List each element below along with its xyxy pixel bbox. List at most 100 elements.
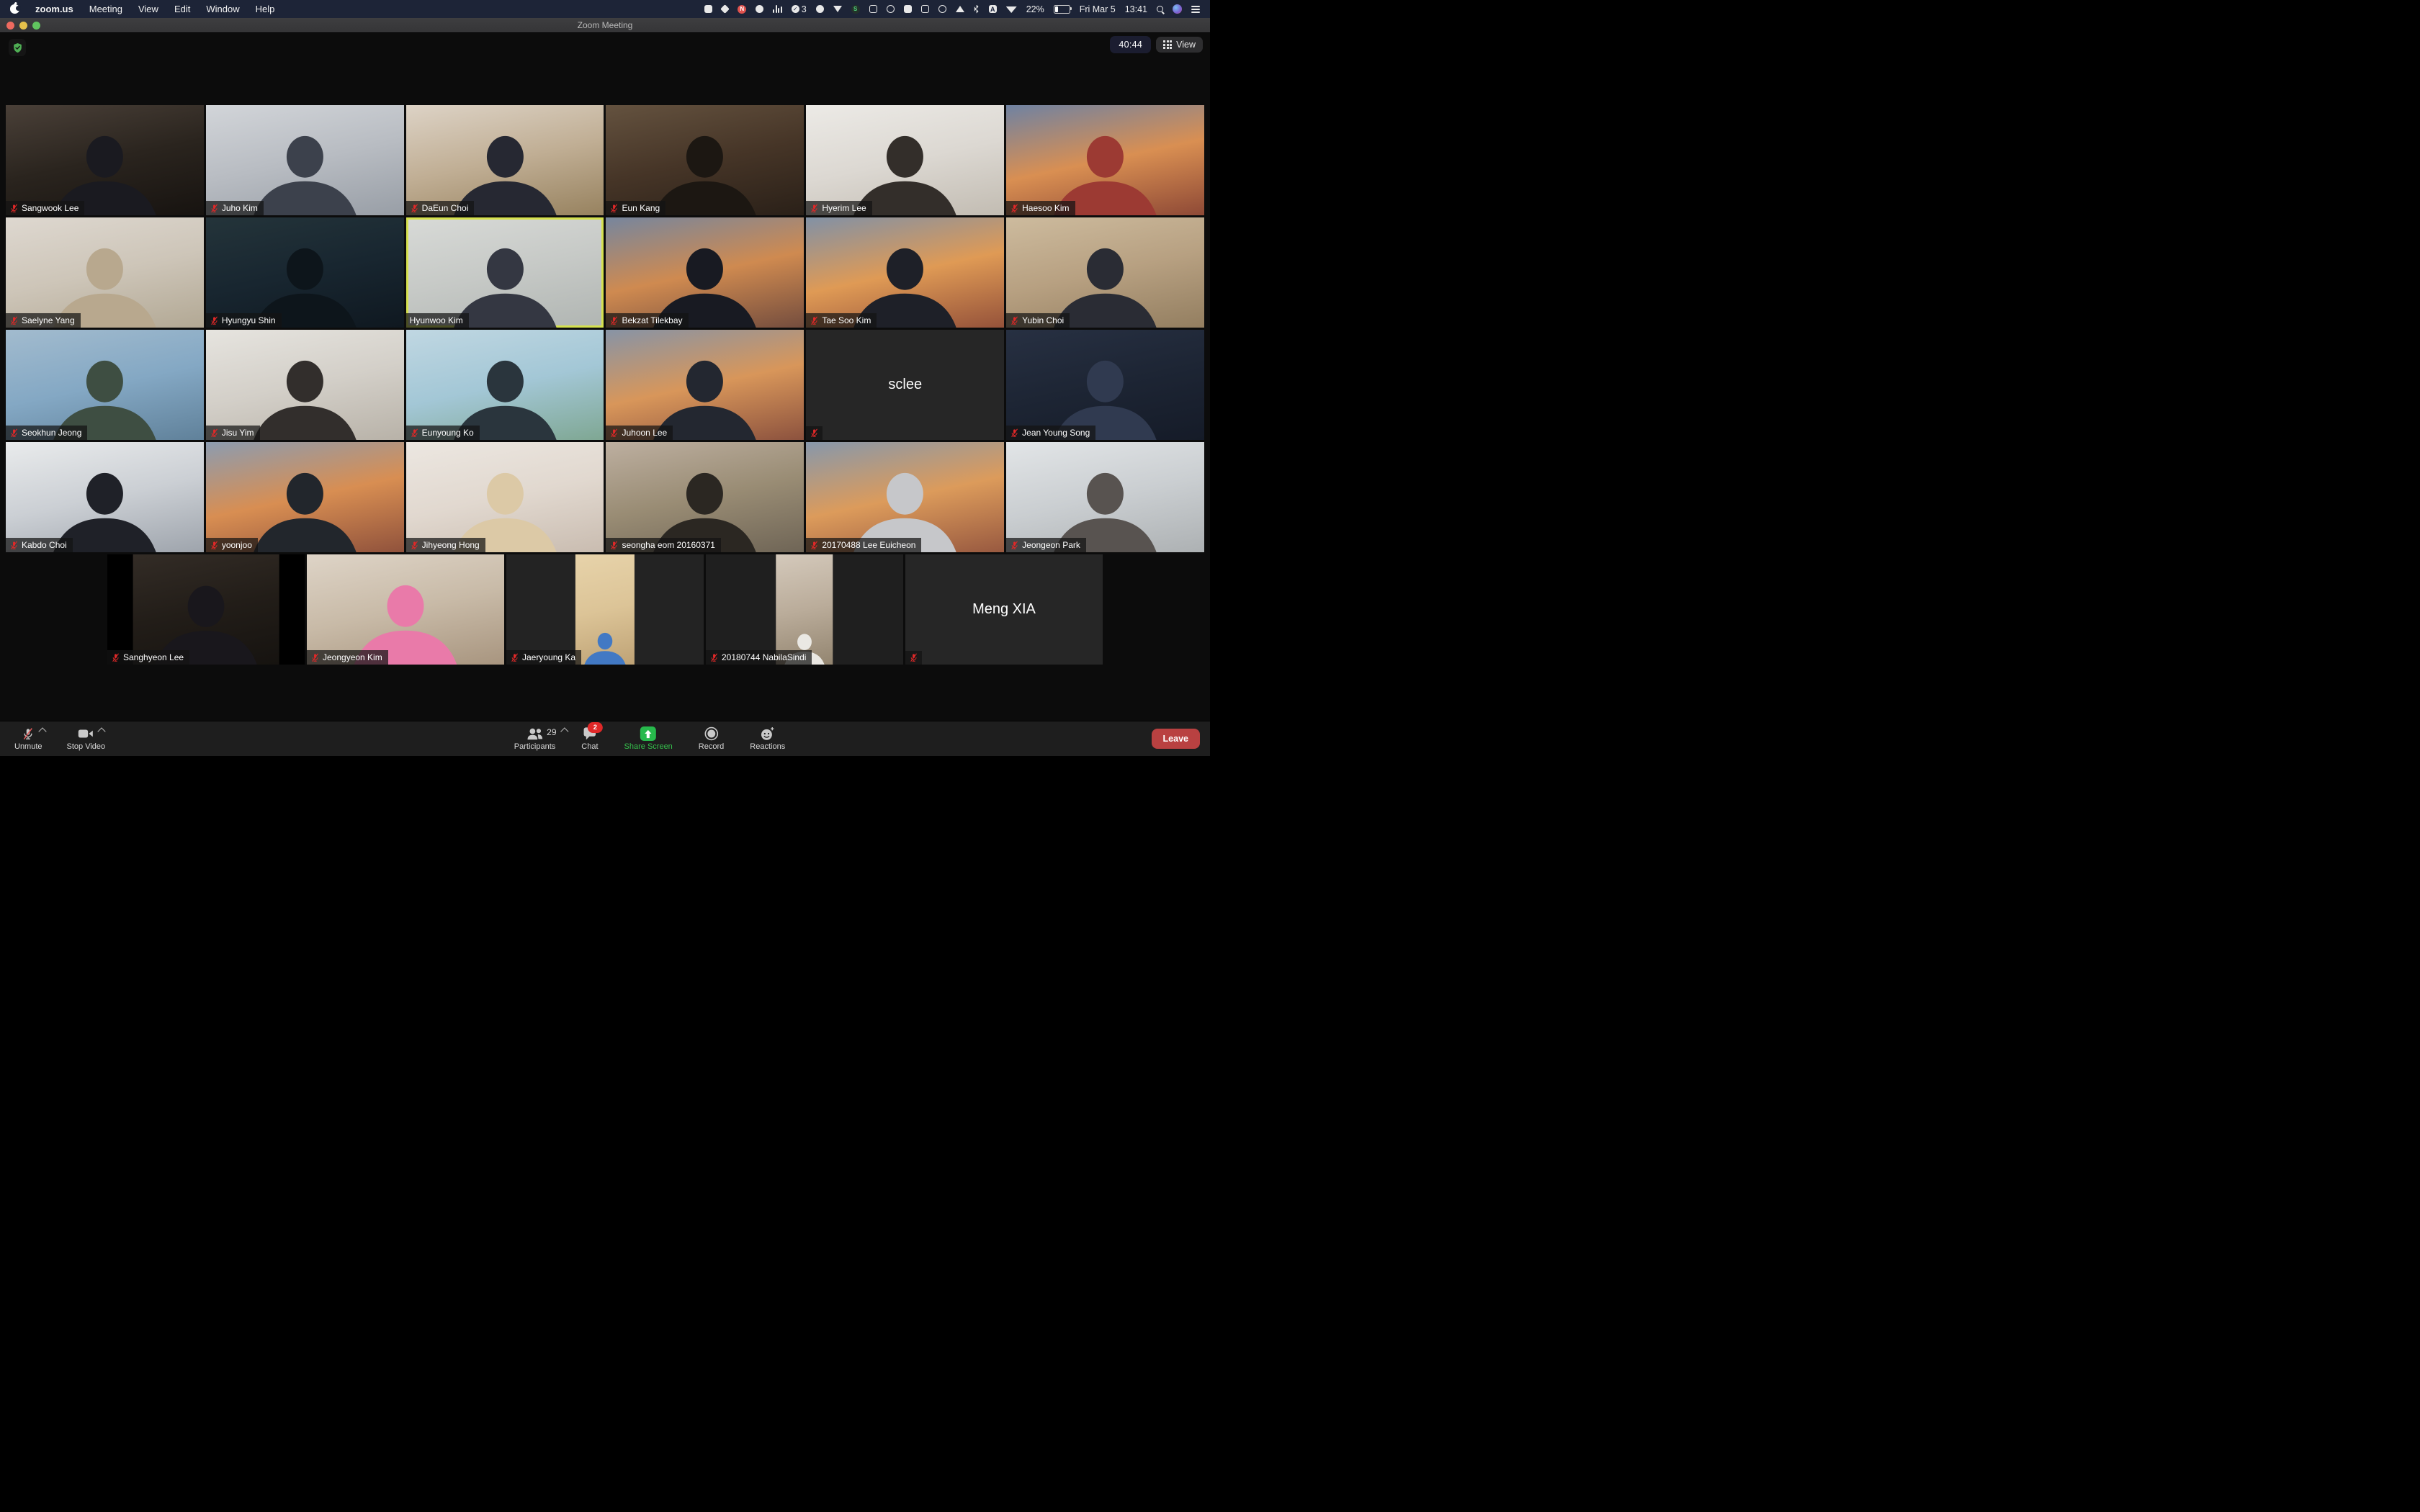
participant-tile[interactable]: Jeongyeon Kim [307, 554, 504, 665]
participant-tile[interactable]: yoonjoo [206, 442, 404, 552]
participant-tile[interactable]: Juho Kim [206, 105, 404, 215]
audio-options-caret[interactable] [39, 727, 47, 735]
participants-button[interactable]: 29 Participants [514, 726, 555, 751]
view-button[interactable]: View [1156, 37, 1203, 53]
participant-tile[interactable]: Eunyoung Ko [406, 330, 604, 440]
battery-icon[interactable] [1054, 5, 1070, 14]
participant-tile[interactable]: Seokhun Jeong [6, 330, 204, 440]
menu-item-meeting[interactable]: Meeting [89, 4, 122, 14]
reactions-button[interactable]: Reactions [750, 726, 785, 751]
participant-tile[interactable]: Haesoo Kim [1006, 105, 1204, 215]
airplay-icon[interactable] [956, 6, 964, 12]
share-screen-label: Share Screen [624, 742, 673, 751]
download-icon[interactable] [833, 6, 842, 12]
pause-icon[interactable] [887, 5, 895, 13]
menu-item-window[interactable]: Window [206, 4, 239, 14]
rocket-icon[interactable] [756, 5, 763, 13]
bluetooth-icon[interactable] [974, 5, 980, 14]
unmute-label: Unmute [14, 742, 42, 751]
participant-tile[interactable]: Jeongeon Park [1006, 442, 1204, 552]
leave-button[interactable]: Leave [1152, 729, 1200, 749]
dropbox-icon[interactable] [722, 6, 728, 12]
muted-mic-icon [609, 204, 619, 213]
participant-tile[interactable]: Kabdo Choi [6, 442, 204, 552]
battery-percent[interactable]: 22% [1026, 4, 1044, 14]
participant-tile[interactable]: Saelyne Yang [6, 217, 204, 328]
participant-name: Seokhun Jeong [22, 428, 81, 438]
menubar-time[interactable]: 13:41 [1125, 4, 1147, 14]
chat-button[interactable]: 2 Chat [581, 726, 598, 751]
stop-video-button[interactable]: Stop Video [67, 726, 106, 751]
participant-tile[interactable]: Sangwook Lee [6, 105, 204, 215]
minimize-window-button[interactable] [19, 22, 27, 30]
window-manager-icon[interactable] [869, 5, 877, 13]
muted-mic-icon [510, 653, 519, 662]
participant-nameplate: Yubin Choi [1006, 313, 1070, 328]
input-source-icon[interactable]: A [989, 5, 997, 13]
menu-item-view[interactable]: View [138, 4, 158, 14]
participant-tile[interactable]: Hyerim Lee [806, 105, 1004, 215]
notification-red-icon[interactable]: N [738, 5, 746, 14]
participant-name: 20180744 NabilaSindi [722, 652, 806, 662]
share-screen-button[interactable]: Share Screen [624, 726, 673, 751]
participant-nameplate: Jeongyeon Kim [307, 650, 388, 665]
apple-menu-icon[interactable] [10, 4, 19, 14]
participant-tile[interactable]: seongha eom 20160371 [606, 442, 804, 552]
participant-tile[interactable]: Sanghyeon Lee [107, 554, 305, 665]
muted-mic-icon [210, 204, 219, 213]
video-options-caret[interactable] [98, 727, 106, 735]
participant-tile[interactable]: 20180744 NabilaSindi [706, 554, 903, 665]
muted-mic-icon [1010, 204, 1019, 213]
participant-tile[interactable]: Juhoon Lee [606, 330, 804, 440]
participant-name: Eunyoung Ko [422, 428, 474, 438]
participant-tile[interactable]: Jean Young Song [1006, 330, 1204, 440]
menu-item-edit[interactable]: Edit [174, 4, 190, 14]
bell-icon[interactable] [816, 5, 824, 13]
participant-nameplate: Jaeryoung Ka [506, 650, 581, 665]
participant-name: Juhoon Lee [622, 428, 667, 438]
participant-tile[interactable]: Jaeryoung Ka [506, 554, 704, 665]
waveform-icon[interactable] [773, 5, 782, 13]
record-button[interactable]: Record [699, 726, 724, 751]
participant-tile[interactable]: 20170488 Lee Euicheon [806, 442, 1004, 552]
accessibility-icon[interactable] [938, 5, 946, 13]
participant-tile[interactable]: Hyungyu Shin [206, 217, 404, 328]
screen-recorder-icon[interactable] [704, 5, 712, 13]
participant-tile[interactable]: Meng XIA [905, 554, 1103, 665]
participant-name-centered: sclee [806, 330, 1004, 440]
participant-tile[interactable]: Jihyeong Hong [406, 442, 604, 552]
participants-icon [526, 727, 544, 741]
sidebar-icon[interactable] [921, 5, 929, 13]
muted-mic-icon [609, 316, 619, 325]
participant-name: Jihyeong Hong [422, 540, 480, 550]
participant-tile[interactable]: Bekzat Tilekbay [606, 217, 804, 328]
participant-name: Haesoo Kim [1022, 203, 1069, 213]
meeting-security-button[interactable] [9, 39, 26, 56]
close-window-button[interactable] [6, 22, 14, 30]
menu-item-help[interactable]: Help [256, 4, 275, 14]
siri-icon[interactable] [1173, 4, 1182, 14]
menubar-date[interactable]: Fri Mar 5 [1080, 4, 1116, 14]
participants-options-caret[interactable] [560, 727, 568, 735]
participant-tile[interactable]: Jisu Yim [206, 330, 404, 440]
unmute-button[interactable]: Unmute [14, 726, 42, 751]
participant-tile[interactable]: DaEun Choi [406, 105, 604, 215]
participant-tile[interactable]: Eun Kang [606, 105, 804, 215]
control-center-icon[interactable] [1191, 6, 1200, 13]
spotlight-icon[interactable] [1157, 6, 1163, 12]
participant-tile[interactable]: Hyunwoo Kim [406, 217, 604, 328]
portrait-video [575, 554, 635, 665]
participant-nameplate: Eunyoung Ko [406, 426, 480, 440]
participant-tile[interactable]: Tae Soo Kim [806, 217, 1004, 328]
menu-item-zoom-us[interactable]: zoom.us [35, 4, 73, 14]
zoom-window-button[interactable] [32, 22, 40, 30]
extension-icon[interactable] [904, 5, 912, 13]
muted-mic-icon [310, 653, 320, 662]
participant-tile[interactable]: sclee [806, 330, 1004, 440]
wifi-icon[interactable] [1006, 5, 1017, 13]
muted-mic-icon [410, 428, 419, 438]
zoom-app-window: zoom.us Meeting View Edit Window Help N ✓3 S A 22… [0, 0, 1210, 756]
shottr-icon[interactable]: S [851, 5, 860, 14]
check-count-icon[interactable]: ✓3 [792, 4, 807, 14]
participant-tile[interactable]: Yubin Choi [1006, 217, 1204, 328]
